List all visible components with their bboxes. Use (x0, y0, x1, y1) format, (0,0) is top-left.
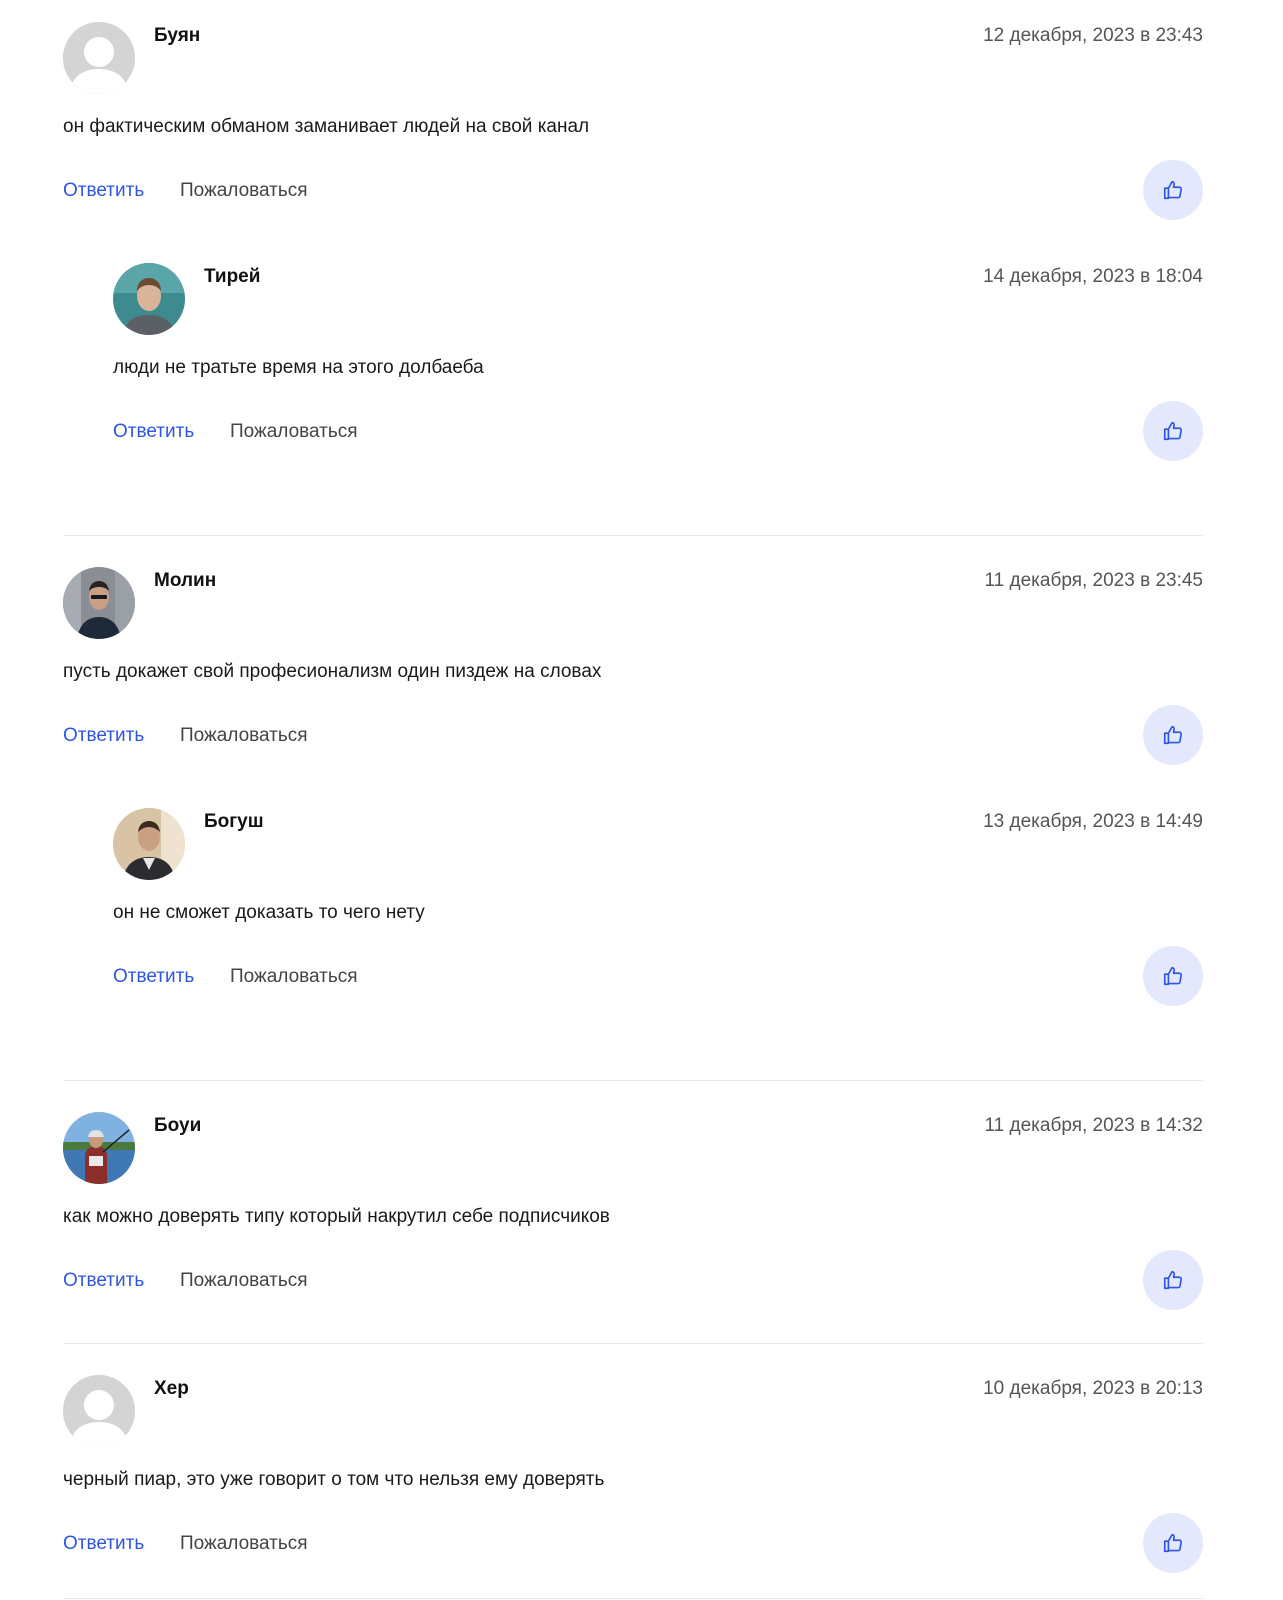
reply-button[interactable]: Ответить (63, 1532, 144, 1556)
comment-divider (63, 1598, 1203, 1599)
comment: Хер 10 декабря, 2023 в 20:13 черный пиар… (63, 1353, 1203, 1573)
report-button[interactable]: Пожаловаться (230, 420, 358, 444)
reply-button[interactable]: Ответить (63, 724, 144, 748)
report-button[interactable]: Пожаловаться (180, 1269, 308, 1293)
reply-button[interactable]: Ответить (63, 179, 144, 203)
comment-text: люди не тратьте время на этого долбаеба (113, 357, 484, 378)
like-button[interactable] (1143, 401, 1203, 461)
avatar[interactable] (63, 567, 135, 639)
comment-date: 14 декабря, 2023 в 18:04 (983, 266, 1203, 287)
comment-author[interactable]: Богуш (204, 810, 264, 834)
user-photo-icon (63, 567, 135, 639)
comment-divider (63, 1343, 1203, 1344)
like-button[interactable] (1143, 1513, 1203, 1573)
comment-date: 10 декабря, 2023 в 20:13 (983, 1378, 1203, 1399)
user-placeholder-icon (63, 22, 135, 94)
report-button[interactable]: Пожаловаться (180, 724, 308, 748)
thumbs-up-icon (1162, 179, 1184, 201)
comment-text: как можно доверять типу который накрутил… (63, 1206, 610, 1227)
thumbs-up-icon (1162, 965, 1184, 987)
user-photo-icon (113, 808, 185, 880)
comment-author[interactable]: Буян (154, 24, 200, 48)
avatar[interactable] (113, 263, 185, 335)
reply-button[interactable]: Ответить (113, 965, 194, 989)
comment-author[interactable]: Тирей (204, 265, 260, 289)
like-button[interactable] (1143, 1250, 1203, 1310)
comment-author[interactable]: Молин (154, 569, 216, 593)
avatar[interactable] (63, 22, 135, 94)
comment-reply: Богуш 13 декабря, 2023 в 14:49 он не смо… (113, 786, 1203, 1006)
comment: Буян 12 декабря, 2023 в 23:43 он фактиче… (63, 0, 1203, 220)
comment-divider (63, 535, 1203, 536)
report-button[interactable]: Пожаловаться (230, 965, 358, 989)
comment: Боуи 11 декабря, 2023 в 14:32 как можно … (63, 1090, 1204, 1310)
comment-date: 11 декабря, 2023 в 23:45 (984, 570, 1204, 591)
reply-button[interactable]: Ответить (63, 1269, 144, 1293)
comment-author[interactable]: Хер (154, 1377, 189, 1401)
avatar[interactable] (63, 1375, 135, 1447)
avatar[interactable] (63, 1112, 135, 1184)
reply-button[interactable]: Ответить (113, 420, 194, 444)
comment-date: 13 декабря, 2023 в 14:49 (983, 811, 1203, 832)
comment: Молин 11 декабря, 2023 в 23:45 пусть док… (63, 545, 1204, 765)
like-button[interactable] (1143, 705, 1203, 765)
user-photo-icon (63, 1112, 135, 1184)
comment-text: черный пиар, это уже говорит о том что н… (63, 1469, 605, 1490)
thumbs-up-icon (1162, 420, 1184, 442)
user-photo-icon (113, 263, 185, 335)
thumbs-up-icon (1162, 1532, 1184, 1554)
comment-author[interactable]: Боуи (154, 1114, 201, 1138)
report-button[interactable]: Пожаловаться (180, 1532, 308, 1556)
like-button[interactable] (1143, 946, 1203, 1006)
comment-text: пусть докажет свой професионализм один п… (63, 661, 602, 682)
comment-date: 12 декабря, 2023 в 23:43 (983, 25, 1203, 46)
avatar[interactable] (113, 808, 185, 880)
comment-divider (63, 1080, 1203, 1081)
thumbs-up-icon (1162, 724, 1184, 746)
comment-reply: Тирей 14 декабря, 2023 в 18:04 люди не т… (113, 241, 1203, 461)
like-button[interactable] (1143, 160, 1203, 220)
thumbs-up-icon (1162, 1269, 1184, 1291)
user-placeholder-icon (63, 1375, 135, 1447)
comment-text: он не сможет доказать то чего нету (113, 902, 425, 923)
comment-text: он фактическим обманом заманивает людей … (63, 116, 590, 137)
report-button[interactable]: Пожаловаться (180, 179, 308, 203)
comment-date: 11 декабря, 2023 в 14:32 (984, 1115, 1204, 1136)
